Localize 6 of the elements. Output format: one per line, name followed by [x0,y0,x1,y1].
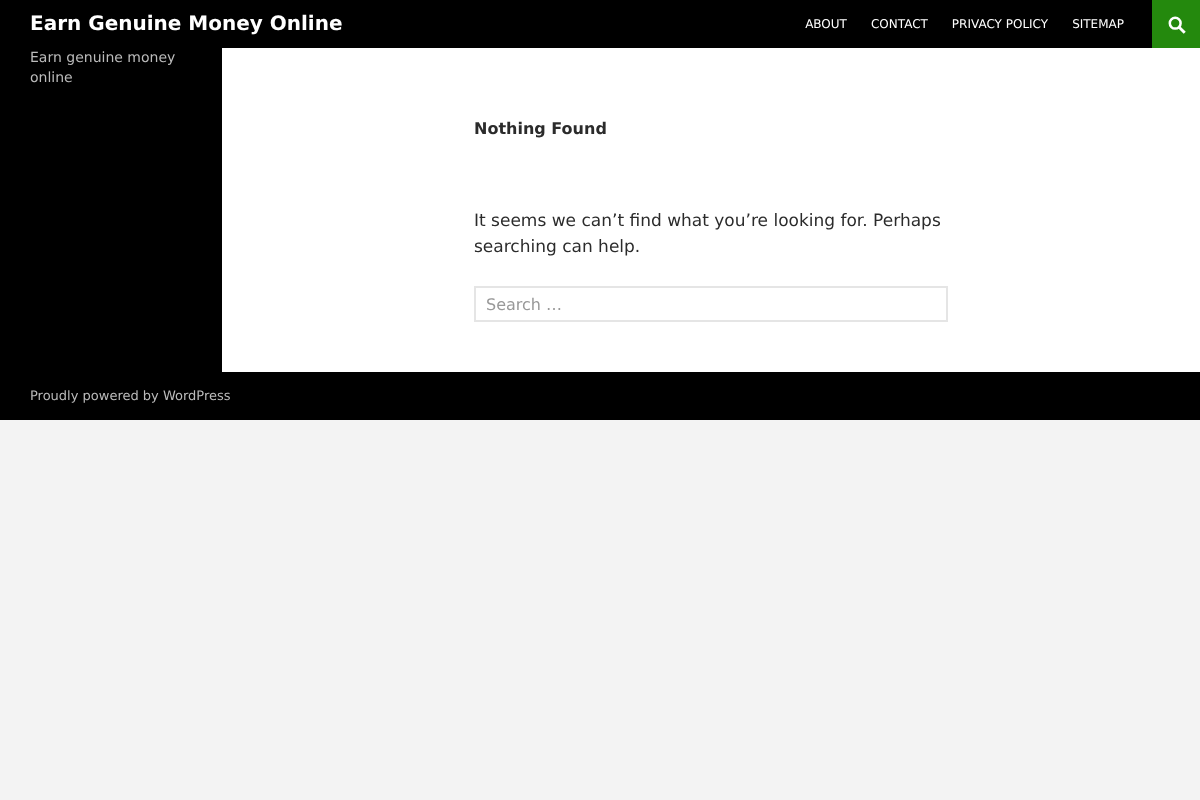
page-title: Nothing Found [474,120,609,138]
message-text: It seems we can’t find what you’re looking for. Perhaps searching can help. [474,210,943,262]
site-title[interactable]: Earn Genuine Money Online [0,13,794,35]
search-button[interactable] [1152,0,1200,48]
search-icon [1167,15,1185,33]
search-field[interactable]: Search … [474,286,948,322]
